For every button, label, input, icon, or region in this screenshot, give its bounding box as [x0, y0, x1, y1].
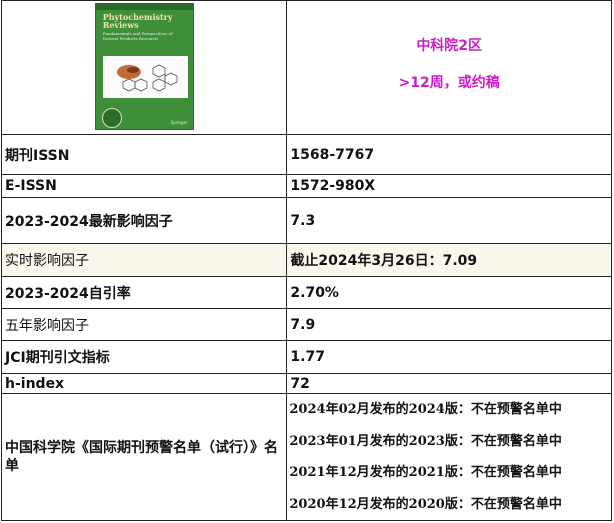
warning-row: 中国科学院《国际期刊预警名单（试行）》名单 2024年02月发布的2024版：不… — [0, 393, 612, 521]
row-value: 2.70% — [286, 276, 612, 309]
row-label: 期刊ISSN — [0, 134, 288, 175]
cover-cell: Phytochemistry Reviews Fundamentals and … — [0, 0, 288, 135]
row-value: 1572-980X — [286, 174, 612, 198]
zone-text: 中科院2区 — [416, 38, 483, 54]
row-value: 7.3 — [286, 197, 612, 244]
table-row: 实时影响因子 截止2024年3月26日：7.09 — [0, 243, 612, 277]
warning-entry: 2021年12月发布的2021版：不在预警名单中 — [289, 465, 562, 480]
cover-subtitle: Fundamentals and Perspectives of Natural… — [102, 31, 173, 41]
table-row: 期刊ISSN 1568-7767 — [0, 134, 612, 175]
row-label: 2023-2024最新影响因子 — [0, 197, 288, 244]
row-value: 1568-7767 — [286, 134, 612, 175]
zone-cell: 中科院2区 >12周，或约稿 — [286, 0, 612, 135]
warning-entries: 2024年02月发布的2024版：不在预警名单中 2023年01月发布的2023… — [286, 393, 612, 521]
row-label: h-index — [0, 373, 288, 394]
header-row: Phytochemistry Reviews Fundamentals and … — [0, 0, 612, 135]
cover-title: Phytochemistry Reviews — [102, 12, 173, 30]
table-row: 五年影响因子 7.9 — [0, 308, 612, 341]
table-row: JCI期刊引文指标 1.77 — [0, 340, 612, 374]
journal-info-table: Phytochemistry Reviews Fundamentals and … — [0, 0, 612, 521]
warning-entry: 2023年01月发布的2023版：不在预警名单中 — [289, 433, 562, 449]
row-value: 截止2024年3月26日：7.09 — [286, 243, 612, 277]
cover-emblem-icon — [101, 108, 122, 128]
row-value: 7.9 — [286, 308, 612, 341]
row-label: E-ISSN — [0, 174, 288, 198]
row-value: 72 — [286, 373, 612, 394]
table-row: E-ISSN 1572-980X — [0, 174, 612, 198]
review-time-text: >12周，或约稿 — [398, 75, 500, 91]
cover-top-band — [95, 4, 193, 10]
cover-illustration — [102, 56, 188, 98]
row-label: 实时影响因子 — [0, 243, 288, 277]
warning-entry: 2020年12月发布的2020版：不在预警名单中 — [289, 496, 562, 512]
row-label: 2023-2024自引率 — [0, 276, 288, 309]
journal-cover-image: Phytochemistry Reviews Fundamentals and … — [94, 3, 194, 130]
table-row: h-index 72 — [0, 373, 612, 394]
row-label: JCI期刊引文指标 — [0, 340, 288, 374]
row-value: 1.77 — [286, 340, 612, 374]
table-row: 2023-2024最新影响因子 7.3 — [0, 197, 612, 244]
cover-publisher: Springer — [170, 120, 188, 125]
table-row: 2023-2024自引率 2.70% — [0, 276, 612, 309]
warning-entry: 2024年02月发布的2024版：不在预警名单中 — [289, 402, 562, 417]
row-label: 五年影响因子 — [0, 308, 288, 341]
warning-label: 中国科学院《国际期刊预警名单（试行）》名单 — [0, 393, 288, 521]
